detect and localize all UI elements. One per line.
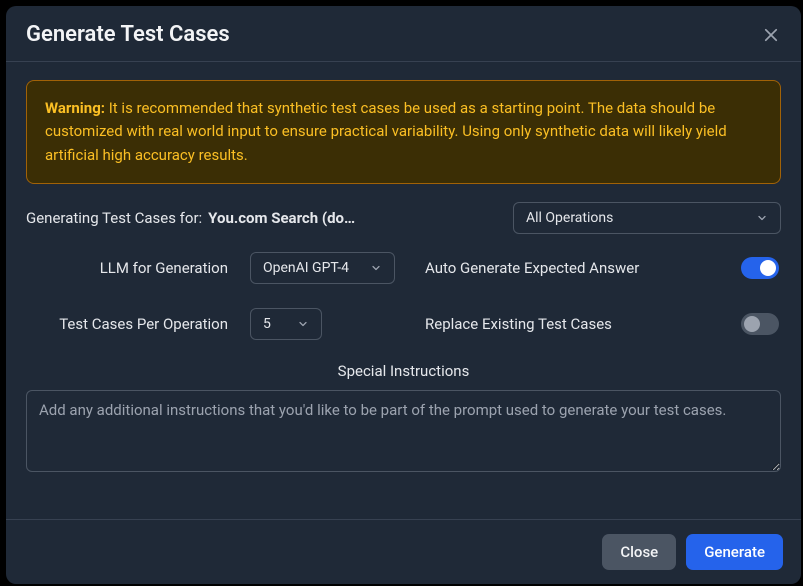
auto-answer-label: Auto Generate Expected Answer (425, 259, 639, 277)
generate-button[interactable]: Generate (686, 534, 783, 570)
modal-title: Generate Test Cases (26, 22, 230, 47)
chevron-down-icon (370, 262, 382, 274)
chevron-down-icon (297, 318, 309, 330)
warning-text: It is recommended that synthetic test ca… (45, 99, 727, 164)
generating-for-label: Generating Test Cases for: (26, 209, 202, 227)
llm-label: LLM for Generation (28, 259, 228, 277)
special-instructions-input[interactable] (26, 390, 781, 472)
operations-select[interactable]: All Operations (513, 202, 781, 234)
llm-field: LLM for Generation OpenAI GPT-4 (28, 252, 395, 284)
replace-label: Replace Existing Test Cases (425, 315, 612, 333)
warning-banner: Warning: It is recommended that syntheti… (26, 80, 781, 184)
warning-label: Warning: (45, 99, 105, 117)
close-icon[interactable] (761, 25, 781, 45)
generate-test-cases-modal: Generate Test Cases Warning: It is recom… (6, 6, 801, 584)
llm-select-value: OpenAI GPT-4 (263, 260, 349, 276)
target-row: Generating Test Cases for: You.com Searc… (26, 202, 781, 234)
chevron-down-icon (756, 212, 768, 224)
per-op-select[interactable]: 5 (250, 308, 322, 340)
special-instructions-section: Special Instructions (26, 362, 781, 472)
operations-select-value: All Operations (526, 210, 613, 226)
modal-header: Generate Test Cases (6, 6, 801, 62)
modal-body: Warning: It is recommended that syntheti… (6, 62, 801, 519)
per-op-value: 5 (263, 316, 271, 332)
replace-toggle[interactable] (741, 313, 779, 335)
per-op-field: Test Cases Per Operation 5 (28, 308, 395, 340)
modal-footer: Close Generate (6, 519, 801, 584)
replace-field: Replace Existing Test Cases (425, 313, 779, 335)
generating-for: Generating Test Cases for: You.com Searc… (26, 209, 489, 227)
llm-select[interactable]: OpenAI GPT-4 (250, 252, 395, 284)
auto-answer-field: Auto Generate Expected Answer (425, 257, 779, 279)
special-instructions-label: Special Instructions (338, 362, 470, 380)
settings-grid: LLM for Generation OpenAI GPT-4 Auto Gen… (26, 252, 781, 340)
per-op-label: Test Cases Per Operation (28, 315, 228, 333)
auto-answer-toggle[interactable] (741, 257, 779, 279)
generating-for-target: You.com Search (do… (208, 209, 355, 227)
close-button[interactable]: Close (602, 534, 676, 570)
